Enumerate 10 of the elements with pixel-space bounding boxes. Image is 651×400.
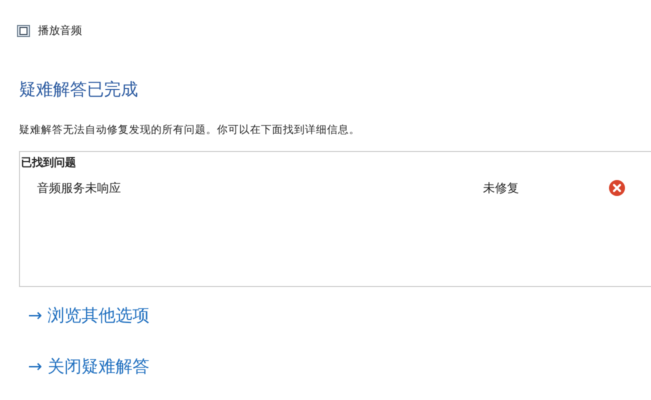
window-icon: [17, 25, 30, 38]
problem-status: 未修复: [483, 180, 520, 198]
error-icon: [609, 180, 625, 196]
window-title: 播放音频: [38, 23, 82, 39]
heading: 疑难解答已完成: [19, 78, 139, 102]
description: 疑难解答无法自动修复发现的所有问题。你可以在下面找到详细信息。: [19, 123, 361, 138]
panel-title: 已找到问题: [20, 154, 77, 171]
link[interactable]: → 关闭疑难解答: [28, 355, 150, 381]
problem-name: 音频服务未响应: [37, 180, 122, 198]
link[interactable]: → 浏览其他选项: [28, 304, 150, 330]
